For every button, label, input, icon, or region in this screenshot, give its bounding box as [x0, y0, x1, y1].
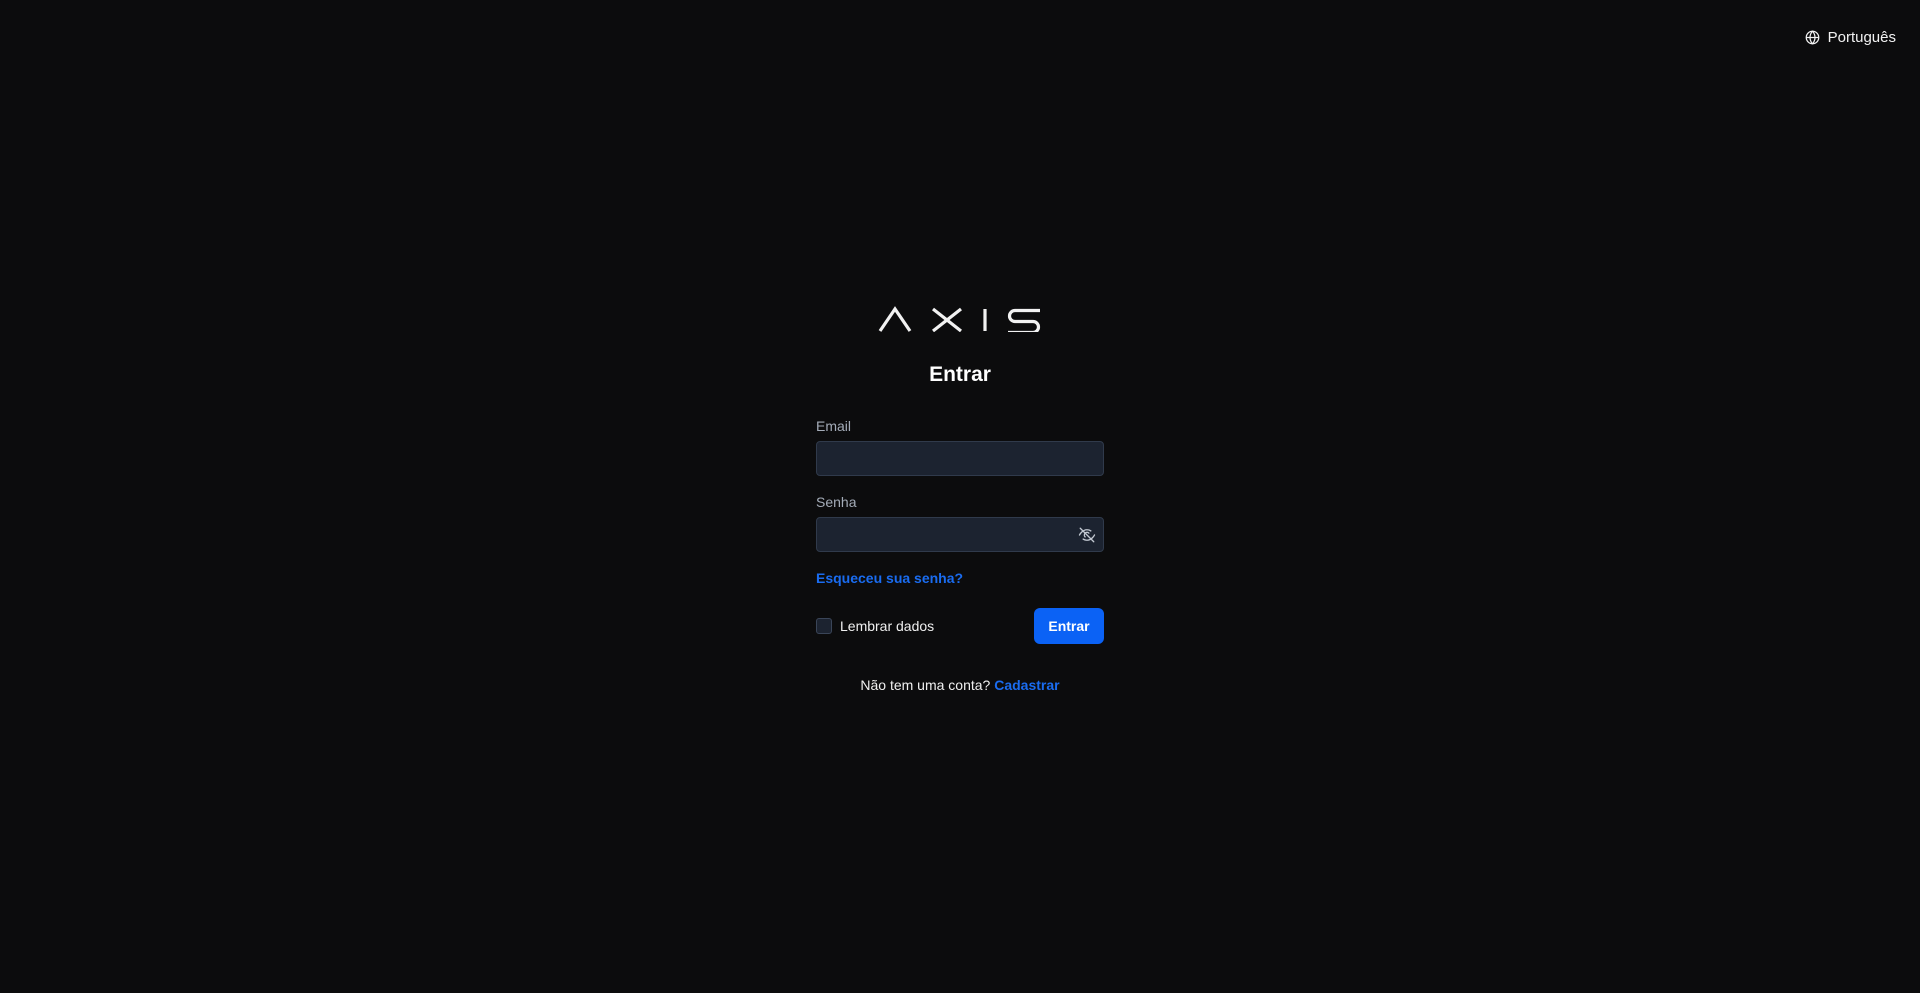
password-field[interactable] — [817, 518, 1103, 551]
signup-link[interactable]: Cadastrar — [994, 677, 1059, 693]
email-field[interactable] — [817, 442, 1103, 475]
axis-logo — [816, 306, 1104, 342]
signup-prompt: Não tem uma conta? — [860, 677, 991, 693]
login-button[interactable]: Entrar — [1034, 608, 1104, 644]
remember-me[interactable]: Lembrar dados — [816, 618, 934, 634]
email-field-container — [816, 441, 1104, 476]
language-label: Português — [1827, 29, 1896, 46]
forgot-password-link[interactable]: Esqueceu sua senha? — [816, 570, 963, 586]
email-label: Email — [816, 418, 852, 434]
actions-row: Lembrar dados Entrar — [816, 608, 1104, 644]
password-field-container — [816, 517, 1104, 552]
remember-label: Lembrar dados — [840, 618, 935, 634]
page-title: Entrar — [929, 363, 991, 386]
language-selector[interactable]: Português — [1805, 29, 1896, 46]
remember-checkbox[interactable] — [816, 618, 832, 634]
login-form: Entrar Email Senha Esqueceu sua senha? L… — [816, 306, 1104, 693]
globe-icon — [1805, 30, 1820, 45]
eye-off-icon[interactable] — [1078, 526, 1096, 544]
signup-row: Não tem uma conta? Cadastrar — [816, 677, 1104, 693]
password-label: Senha — [816, 494, 857, 510]
